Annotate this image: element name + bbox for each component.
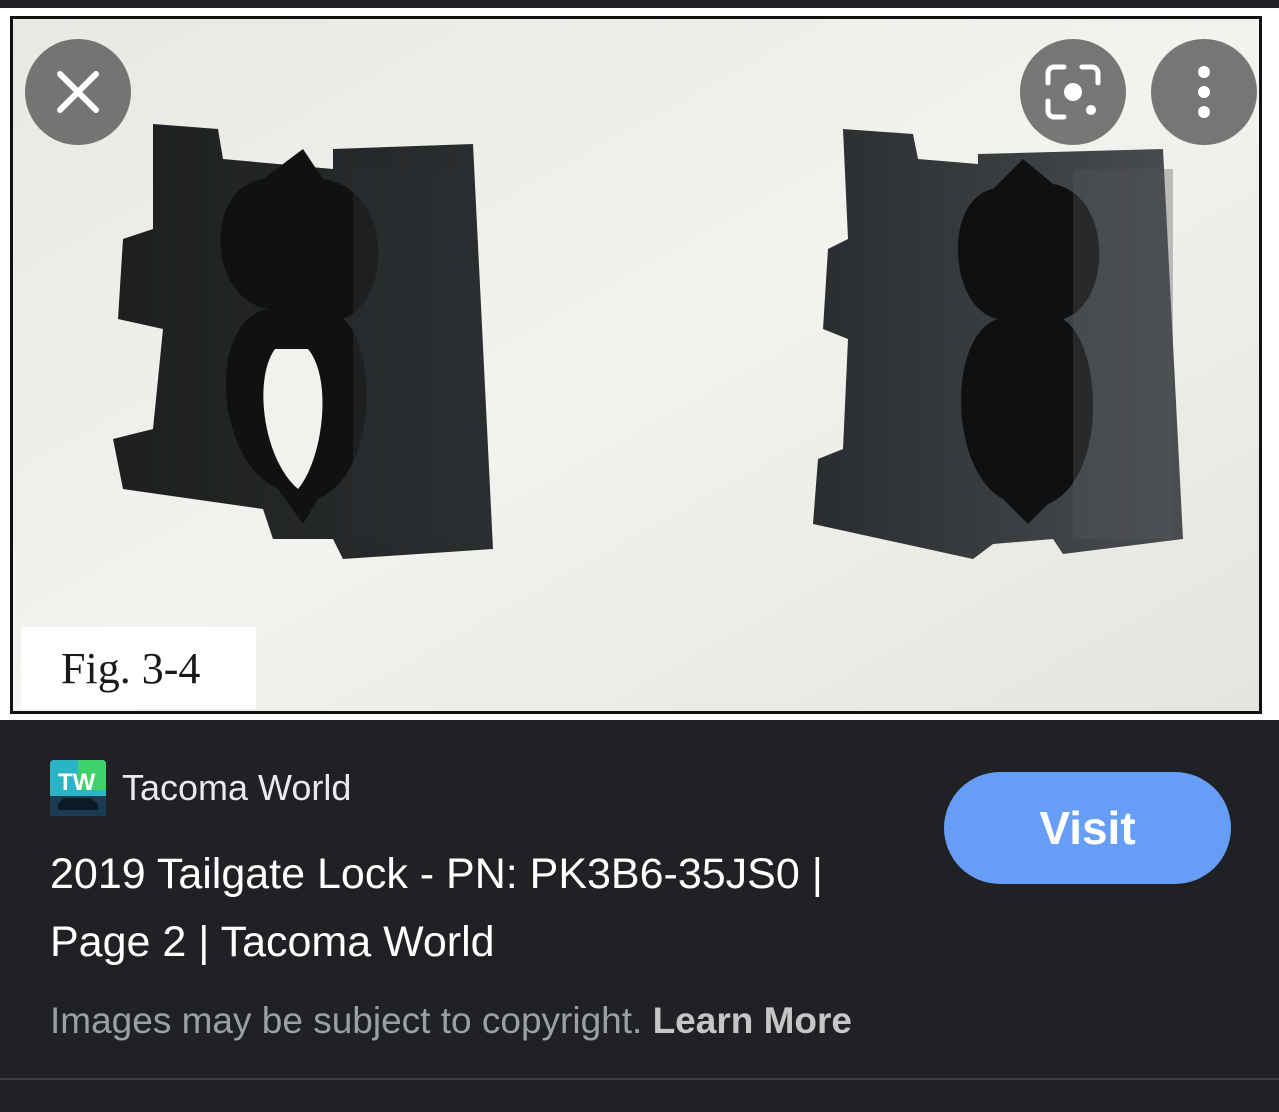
- right-clip-shape: [813, 129, 1183, 559]
- divider: [0, 1078, 1279, 1080]
- source-row[interactable]: TW Tacoma World: [50, 760, 351, 816]
- source-name[interactable]: Tacoma World: [122, 767, 351, 809]
- copyright-text: Images may be subject to copyright.: [50, 1000, 643, 1041]
- visit-button[interactable]: Visit: [944, 772, 1231, 884]
- page-title[interactable]: 2019 Tailgate Lock - PN: PK3B6-35JS0 | P…: [50, 840, 900, 976]
- copyright-notice: Images may be subject to copyright. Lear…: [50, 1000, 852, 1042]
- left-clip-shape: [113, 124, 493, 559]
- lens-icon: [1045, 64, 1101, 120]
- tacoma-world-favicon-icon: TW: [50, 760, 106, 816]
- close-button[interactable]: [25, 39, 131, 145]
- figure-label: Fig. 3-4: [21, 627, 256, 709]
- lens-search-button[interactable]: [1020, 39, 1126, 145]
- more-vert-icon: [1198, 66, 1210, 118]
- favicon-text: TW: [58, 769, 96, 796]
- learn-more-link[interactable]: Learn More: [653, 1000, 852, 1041]
- more-options-button[interactable]: [1151, 39, 1257, 145]
- top-status-strip: [0, 0, 1279, 8]
- close-icon: [57, 71, 99, 113]
- result-info-panel: TW Tacoma World Visit 2019 Tailgate Lock…: [0, 720, 1279, 1112]
- image-preview-area: Fig. 3-4: [0, 8, 1279, 720]
